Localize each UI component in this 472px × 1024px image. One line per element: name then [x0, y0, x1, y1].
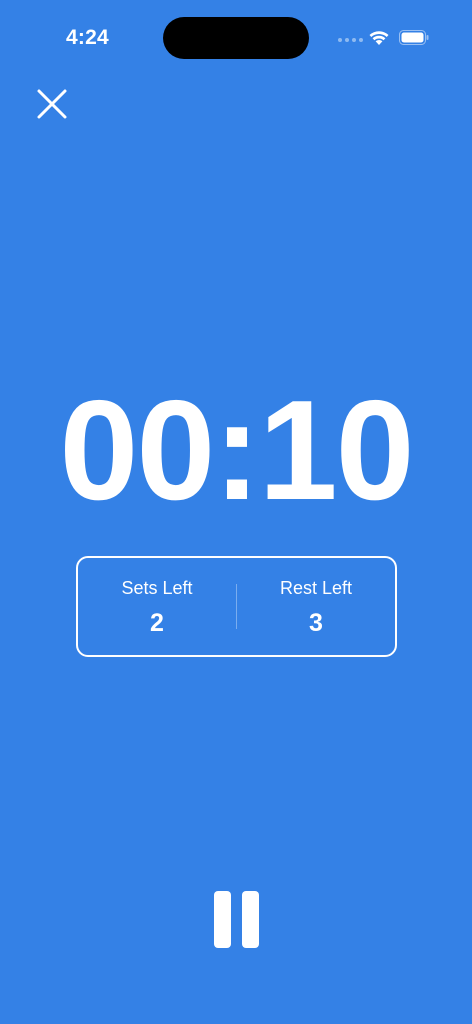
timer-display: 00:10	[59, 371, 414, 530]
close-icon	[37, 89, 67, 119]
cellular-signal-icon	[338, 38, 363, 42]
stats-panel: Sets Left 2 Rest Left 3	[76, 556, 397, 657]
pause-icon	[213, 890, 231, 948]
status-bar: 4:24	[0, 0, 472, 70]
sets-left-stat: Sets Left 2	[78, 558, 236, 655]
status-time: 4:24	[66, 26, 109, 49]
rest-left-label: Rest Left	[279, 577, 353, 598]
pause-button[interactable]	[206, 882, 266, 956]
wifi-icon	[368, 29, 390, 51]
rest-left-value: 3	[309, 608, 323, 637]
pause-icon	[241, 890, 259, 948]
rest-left-stat: Rest Left 3	[237, 558, 395, 655]
sets-left-value: 2	[150, 608, 164, 637]
close-button[interactable]	[30, 82, 74, 126]
battery-icon	[399, 30, 429, 45]
dynamic-island	[163, 17, 309, 59]
sets-left-label: Sets Left	[121, 577, 193, 598]
